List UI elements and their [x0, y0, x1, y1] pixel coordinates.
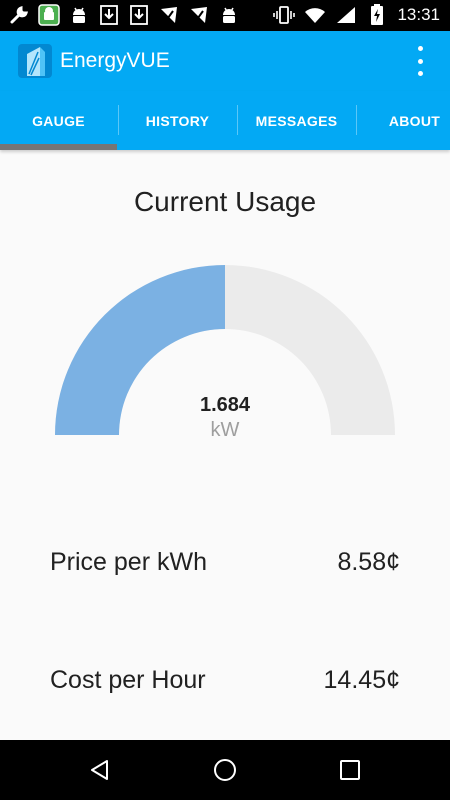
tab-about[interactable]: ABOUT: [357, 91, 450, 150]
gauge-unit: kW: [210, 419, 240, 441]
gauge-value: 1.684: [199, 394, 251, 416]
tab-label: GAUGE: [32, 112, 85, 129]
tab-history[interactable]: HISTORY: [119, 91, 236, 150]
battery-charging-icon: [366, 4, 388, 26]
back-icon[interactable]: [84, 754, 116, 786]
navigation-bar: [0, 740, 450, 800]
tab-label: ABOUT: [388, 112, 441, 129]
price-per-kwh-value: 8.58¢: [337, 548, 400, 576]
download-icon: [98, 4, 120, 26]
check-shield-icon: [158, 4, 180, 26]
download-icon: [128, 4, 150, 26]
android-icon: [68, 4, 90, 26]
status-bar: 13:31: [0, 0, 450, 31]
wrench-icon: [8, 4, 30, 26]
recents-icon[interactable]: [334, 754, 366, 786]
tab-label: HISTORY: [145, 112, 210, 129]
selected-tab-indicator: [0, 144, 117, 150]
app-bar: EnergyVUE: [0, 31, 450, 91]
overflow-menu-icon[interactable]: [414, 46, 426, 76]
gauge-title: Current Usage: [133, 186, 317, 217]
android-icon: [218, 4, 240, 26]
android-box-icon: [38, 4, 60, 26]
vibrate-icon: [273, 4, 296, 26]
tab-bar: GAUGE HISTORY MESSAGES ABOUT: [0, 91, 450, 150]
check-shield-icon: [188, 4, 210, 26]
price-per-kwh-label: Price per kWh: [50, 548, 207, 576]
app-title: EnergyVUE: [60, 49, 170, 72]
notification-icons: [8, 4, 240, 26]
app-logo-icon: [18, 44, 52, 78]
system-icons: 13:31: [273, 4, 440, 26]
signal-icon: [335, 4, 357, 26]
wifi-icon: [304, 4, 326, 26]
cost-per-hour-value: 14.45¢: [323, 666, 400, 694]
tab-label: MESSAGES: [255, 112, 338, 129]
tab-gauge[interactable]: GAUGE: [0, 91, 117, 150]
cost-per-hour-label: Cost per Hour: [50, 666, 206, 694]
clock: 13:31: [397, 5, 440, 24]
tab-messages[interactable]: MESSAGES: [238, 91, 355, 150]
home-icon[interactable]: [209, 754, 241, 786]
